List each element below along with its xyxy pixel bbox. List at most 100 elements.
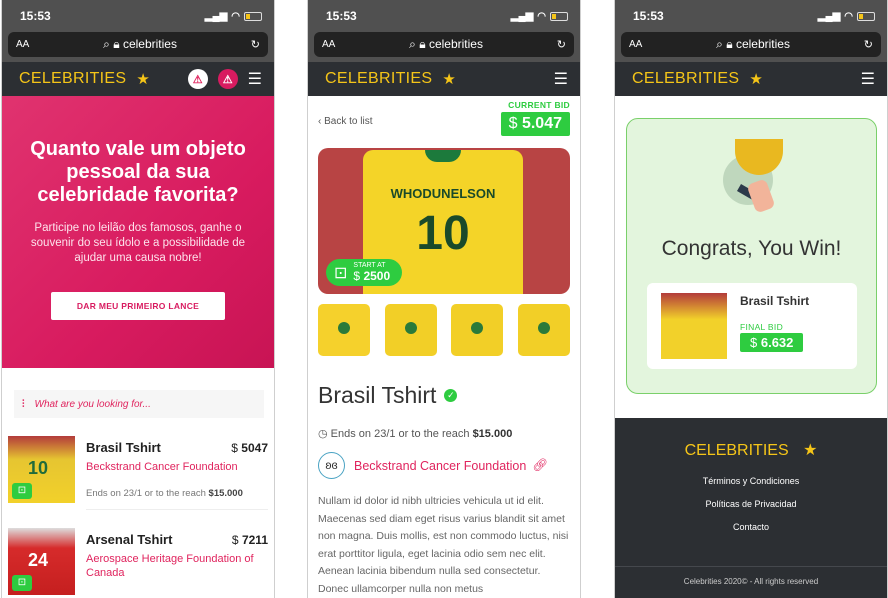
list-item[interactable]: 24 ⊡ Arsenal Tshirt $ 7211 Aerospace Her… xyxy=(2,528,274,595)
hero-banner: Quanto vale um objeto pessoal da sua cel… xyxy=(2,96,274,368)
foundation-logo: ʚɞ xyxy=(318,452,345,479)
text-size-button[interactable]: AA xyxy=(16,39,29,50)
congrats-title: Congrats, You Win! xyxy=(661,237,842,260)
chevron-left-icon: ‹ xyxy=(318,116,322,127)
status-time: 15:53 xyxy=(633,9,664,23)
foundation-link[interactable]: ʚɞ Beckstrand Cancer Foundation 🔗︎ xyxy=(318,452,580,479)
trophy-icon xyxy=(717,135,793,221)
app-navbar: CELEBRITIES ★ ☰ xyxy=(615,62,887,96)
current-bid: CURRENT BID $ 5.047 xyxy=(500,100,570,136)
brand-logo[interactable]: CELEBRITIES xyxy=(325,70,432,88)
list-item[interactable]: 10 ⊡ Brasil Tshirt $ 5047 Beckstrand Can… xyxy=(2,436,274,510)
reload-icon[interactable]: ↻ xyxy=(864,38,873,51)
current-bid-value: $ 5.047 xyxy=(500,112,570,136)
battery-icon xyxy=(244,11,262,21)
browser-url-bar: AA ⌕ 🔒︎ celebrities ↻ xyxy=(2,32,274,62)
start-at-badge: ⊡ START AT $ 2500 xyxy=(326,259,403,286)
lock-icon: 🔒︎ xyxy=(419,37,426,51)
item-name: Arsenal Tshirt xyxy=(86,532,173,547)
address-field[interactable]: AA ⌕ 🔒︎ celebrities ↻ xyxy=(621,32,881,57)
search-input[interactable]: ⫶ What are you looking for... xyxy=(14,390,264,418)
item-price: $ 7211 xyxy=(231,533,268,547)
item-name: Brasil Tshirt xyxy=(86,440,161,455)
lock-icon: 🔒︎ xyxy=(113,37,120,51)
status-bar: 15:53 ▂▄▆ ◠ xyxy=(308,0,580,32)
won-item-card[interactable]: Brasil Tshirt FINAL BID $ 6.632 xyxy=(647,283,857,369)
menu-icon[interactable]: ☰ xyxy=(554,69,568,89)
auction-icon: ⊡ xyxy=(12,483,32,499)
link-icon: 🔗︎ xyxy=(532,458,549,472)
item-foundation[interactable]: Beckstrand Cancer Foundation xyxy=(86,460,268,474)
item-price: $ 5047 xyxy=(231,441,268,455)
final-bid-value: $ 6.632 xyxy=(740,333,804,352)
star-icon: ★ xyxy=(136,71,150,88)
text-size-button[interactable]: AA xyxy=(322,39,335,50)
shirt-name-print: WHODUNELSON xyxy=(390,186,496,201)
menu-icon[interactable]: ☰ xyxy=(248,69,262,89)
footer-logo[interactable]: CELEBRITIES xyxy=(685,442,789,459)
item-foundation[interactable]: Aerospace Heritage Foundation of Canada xyxy=(86,552,268,580)
product-description: Nullam id dolor id nibh ultricies vehicu… xyxy=(318,495,569,595)
url-text: celebrities xyxy=(122,37,177,51)
first-bid-button[interactable]: DAR MEU PRIMEIRO LANCE xyxy=(50,292,226,320)
browser-url-bar: AA ⌕ 🔒︎ celebrities ↻ xyxy=(615,32,887,62)
auction-icon: ⊡ xyxy=(334,264,348,282)
wifi-icon: ◠ xyxy=(844,10,853,22)
screen-home: 15:53 ▂▄▆ ◠ AA ⌕ 🔒︎ celebrities ↻ CELEBRI… xyxy=(1,0,275,598)
search-icon: ⌕ xyxy=(409,37,416,51)
win-card: Congrats, You Win! Brasil Tshirt FINAL B… xyxy=(626,118,877,394)
signal-icon: ▂▄▆ xyxy=(204,10,228,22)
alert-icon-active[interactable]: ⚠ xyxy=(217,69,238,89)
address-field[interactable]: AA ⌕ 🔒︎ celebrities ↻ xyxy=(8,32,268,57)
clock-icon: ◷ xyxy=(318,428,328,440)
status-time: 15:53 xyxy=(326,9,357,23)
main-product-image[interactable]: WHODUNELSON 10 ⊡ START AT $ 2500 xyxy=(318,148,570,294)
footer-link-contact[interactable]: Contacto xyxy=(615,522,887,532)
verified-icon: ✓ xyxy=(444,389,458,402)
filter-icon[interactable]: ⫶ xyxy=(22,399,25,410)
item-thumbnail: 10 ⊡ xyxy=(8,436,75,503)
auction-icon: ⊡ xyxy=(12,575,32,591)
wifi-icon: ◠ xyxy=(537,10,546,22)
url-text: celebrities xyxy=(735,37,790,51)
signal-icon: ▂▄▆ xyxy=(817,10,841,22)
signal-icon: ▂▄▆ xyxy=(510,10,534,22)
alert-icon[interactable]: ⚠ xyxy=(187,69,208,89)
item-ends: Ends on 23/1 or to the reach $15.000 xyxy=(86,488,268,510)
star-icon: ★ xyxy=(442,71,456,88)
footer-link-terms[interactable]: Términos y Condiciones xyxy=(615,476,887,486)
gallery-thumbnail[interactable] xyxy=(517,304,570,356)
brand-logo[interactable]: CELEBRITIES xyxy=(632,70,739,88)
reload-icon[interactable]: ↻ xyxy=(251,38,260,51)
hero-text: Participe no leilão dos famosos, ganhe o… xyxy=(30,222,246,264)
app-navbar: CELEBRITIES ★ ⚠ ⚠ ☰ xyxy=(2,62,274,96)
menu-icon[interactable]: ☰ xyxy=(861,69,875,89)
reload-icon[interactable]: ↻ xyxy=(557,38,566,51)
won-item-thumbnail xyxy=(661,293,727,359)
star-icon: ★ xyxy=(803,442,818,459)
auction-ends: ◷ Ends on 23/1 or to the reach $15.000 xyxy=(318,428,513,440)
text-size-button[interactable]: AA xyxy=(629,39,642,50)
footer: CELEBRITIES ★ Términos y Condiciones Pol… xyxy=(615,418,887,598)
gallery-thumbnail[interactable] xyxy=(384,304,437,356)
screen-win: 15:53 ▂▄▆ ◠ AA ⌕ 🔒︎ celebrities ↻ CELEBRI… xyxy=(614,0,888,598)
brand-logo[interactable]: CELEBRITIES xyxy=(19,70,126,88)
status-bar: 15:53 ▂▄▆ ◠ xyxy=(615,0,887,32)
status-time: 15:53 xyxy=(20,9,51,23)
shirt-number-print: 10 xyxy=(416,207,470,260)
search-icon: ⌕ xyxy=(716,37,723,51)
won-item-name: Brasil Tshirt xyxy=(740,294,810,308)
image-gallery xyxy=(318,304,570,356)
battery-icon xyxy=(550,11,568,21)
hero-title: Quanto vale um objeto pessoal da sua cel… xyxy=(30,138,246,206)
back-to-list-link[interactable]: ‹ Back to list xyxy=(318,116,372,136)
address-field[interactable]: AA ⌕ 🔒︎ celebrities ↻ xyxy=(314,32,574,57)
lock-icon: 🔒︎ xyxy=(726,37,733,51)
gallery-thumbnail[interactable] xyxy=(451,304,504,356)
item-thumbnail: 24 ⊡ xyxy=(8,528,75,595)
wifi-icon: ◠ xyxy=(231,10,240,22)
browser-url-bar: AA ⌕ 🔒︎ celebrities ↻ xyxy=(308,32,580,62)
search-placeholder: What are you looking for... xyxy=(34,398,151,410)
gallery-thumbnail[interactable] xyxy=(318,304,370,356)
footer-link-privacy[interactable]: Políticas de Privacidad xyxy=(615,499,887,509)
